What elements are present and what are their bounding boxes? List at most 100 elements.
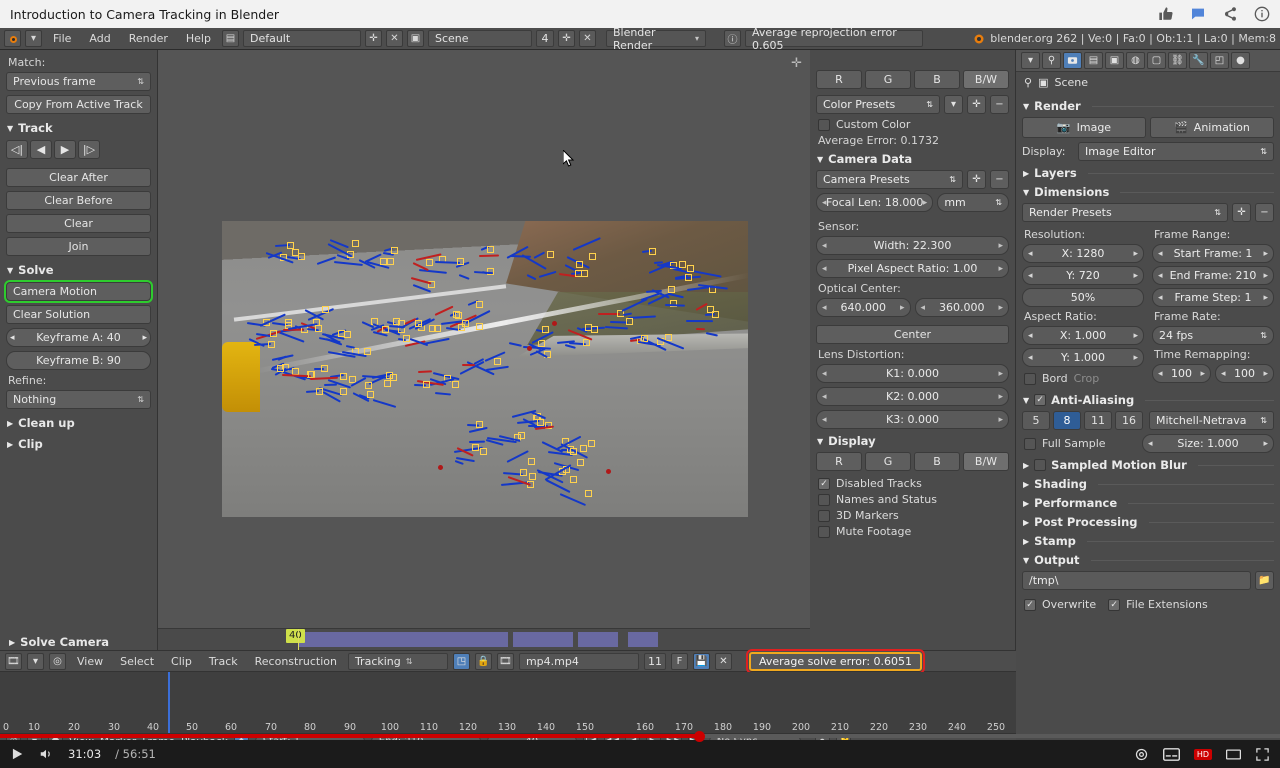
scene-users-count[interactable]: 4 [535,30,554,47]
output-path-field[interactable]: /tmp\ [1022,571,1251,590]
screen-layout-icon[interactable]: ▤ [221,30,239,47]
custom-color-row[interactable]: Custom Color [818,118,1009,131]
aspect-y-field[interactable]: ◂ Y: 1.000 ▸ [1022,348,1144,367]
arrow-left-icon[interactable]: ◂ [1028,331,1033,341]
file-extensions-checkbox[interactable]: ✓ [1108,598,1121,611]
track-forwards-icon[interactable]: ▶ [54,140,76,159]
arrow-right-icon[interactable]: ▸ [1263,271,1268,281]
display-section-header[interactable]: ▼ Display [817,434,1009,448]
arrow-left-icon[interactable]: ◂ [1028,271,1033,281]
tab-render-layers-icon[interactable]: ▤ [1084,52,1103,69]
file-browse-icon[interactable]: 📁 [1255,571,1274,590]
sensor-width-field[interactable]: ◂ Width: 22.300 ▸ [816,236,1009,255]
k1-field[interactable]: ◂ K1: 0.000 ▸ [816,364,1009,383]
solve-section-header[interactable]: ▼ Solve [7,263,151,277]
keyframe-a-field[interactable]: ◂ Keyframe A: 40 ▸ [6,328,151,347]
clip-name-field[interactable]: mp4.mp4 [518,652,639,670]
arrow-right-icon[interactable]: ▸ [998,369,1003,379]
3d-markers-checkbox[interactable] [818,509,830,522]
arrow-right-icon[interactable]: ▸ [998,392,1003,402]
tab-object-icon[interactable]: ▢ [1147,52,1166,69]
clip-menu-view[interactable]: View [71,655,109,668]
camera-motion-button[interactable]: Camera Motion [4,280,153,303]
arrow-right-icon[interactable]: ▸ [998,264,1003,274]
scene-icon[interactable]: ▣ [406,30,424,47]
copy-from-active-track-button[interactable]: Copy From Active Track [6,95,151,114]
clear-button[interactable]: Clear [6,214,151,233]
arrow-left-icon[interactable]: ◂ [822,303,827,313]
track-forwards-all-icon[interactable]: |▷ [78,140,100,159]
names-and-status-row[interactable]: Names and Status [818,493,1009,506]
info-report-icon[interactable]: ⓘ [723,30,741,47]
resolution-percentage-field[interactable]: 50% [1022,288,1144,307]
aa-samples-8[interactable]: 8 [1053,411,1081,430]
channel-bw-tab[interactable]: B/W [963,70,1009,89]
new-screen-button[interactable]: ✛ [364,30,382,47]
display-channel-bw-tab[interactable]: B/W [963,452,1009,471]
clear-after-button[interactable]: Clear After [6,168,151,187]
aa-filter-dropdown[interactable]: Mitchell-Netrava ⇅ [1149,411,1274,430]
border-row[interactable]: Bord Crop [1024,372,1144,385]
shading-section-header[interactable]: ▶ Shading [1023,477,1274,491]
disabled-tracks-checkbox[interactable]: ✓ [818,477,830,490]
tab-modifiers-icon[interactable]: 🔧 [1189,52,1208,69]
play-icon[interactable] [10,747,24,761]
arrow-left-icon[interactable]: ◂ [1158,249,1163,259]
frame-rate-dropdown[interactable]: 24 fps ⇅ [1152,326,1274,345]
antialiasing-section-header[interactable]: ▼ ✓ Anti-Aliasing [1023,393,1274,407]
arrow-left-icon[interactable]: ◂ [1028,353,1033,363]
file-extensions-toggle[interactable]: ✓ File Extensions [1108,598,1208,611]
tab-world-icon[interactable]: ◍ [1126,52,1145,69]
clip-users-count[interactable]: 11 [643,652,666,670]
arrow-right-icon[interactable]: ▸ [998,415,1003,425]
overwrite-checkbox[interactable]: ✓ [1024,598,1036,611]
arrow-left-icon[interactable]: ◂ [822,264,827,274]
lock-toggle-icon[interactable]: 🔒 [474,652,492,670]
arrow-left-icon[interactable]: ◂ [1148,439,1153,449]
scene-field[interactable]: Scene [427,30,532,47]
subtitles-icon[interactable] [1162,747,1180,761]
add-color-preset-icon[interactable]: ✛ [967,95,986,114]
proxy-toggle-icon[interactable]: ◳ [452,652,470,670]
full-sample-checkbox[interactable] [1024,437,1036,450]
track-section-header[interactable]: ▼ Track [7,121,151,135]
arrow-right-icon[interactable]: ▸ [1200,369,1205,379]
remove-color-preset-icon[interactable]: − [990,95,1009,114]
channel-g-tab[interactable]: G [865,70,911,89]
arrow-left-icon[interactable]: ◂ [822,198,827,208]
clip-mode-dropdown[interactable]: Tracking ⇅ [347,652,448,670]
theater-icon[interactable] [1226,748,1241,761]
comment-icon[interactable] [1190,6,1206,22]
menu-help[interactable]: Help [179,30,218,47]
color-presets-menu-icon[interactable]: ▾ [944,95,963,114]
arrow-left-icon[interactable]: ◂ [921,303,926,313]
camera-presets-dropdown[interactable]: Camera Presets ⇅ [816,170,963,189]
dimensions-section-header[interactable]: ▼ Dimensions [1023,185,1274,199]
arrow-right-icon[interactable]: ▸ [998,303,1003,313]
tab-constraints-icon[interactable]: ⛓ [1168,52,1187,69]
start-frame-field[interactable]: ◂ Start Frame: 1 ▸ [1152,244,1274,263]
delete-scene-button[interactable]: ✕ [578,30,596,47]
arrow-right-icon[interactable]: ▸ [1133,331,1138,341]
resolution-y-field[interactable]: ◂ Y: 720 ▸ [1022,266,1144,285]
arrow-right-icon[interactable]: ▸ [1133,249,1138,259]
clip-editor-mode-icon[interactable]: ▾ [27,652,44,670]
border-checkbox[interactable] [1024,372,1036,385]
video-scrubber-knob[interactable] [694,731,705,742]
clip-save-icon[interactable]: 💾 [692,652,710,670]
mute-footage-checkbox[interactable] [818,525,830,538]
screen-layout-field[interactable]: Default [242,30,361,47]
arrow-right-icon[interactable]: ▸ [1133,271,1138,281]
output-section-header[interactable]: ▼ Output [1023,553,1274,567]
remap-old-field[interactable]: ◂ 100 ▸ [1152,364,1211,383]
remove-render-preset-icon[interactable]: − [1255,203,1274,222]
menu-file[interactable]: File [46,30,78,47]
3d-markers-row[interactable]: 3D Markers [818,509,1009,522]
properties-pin-icon[interactable]: ⚲ [1042,52,1061,69]
channel-b-tab[interactable]: B [914,70,960,89]
layers-section-header[interactable]: ▶ Layers [1023,166,1274,180]
names-and-status-checkbox[interactable] [818,493,830,506]
clip-section-header[interactable]: ▶ Clip [7,437,151,451]
arrow-left-icon[interactable]: ◂ [822,415,827,425]
arrow-left-icon[interactable]: ◂ [822,369,827,379]
